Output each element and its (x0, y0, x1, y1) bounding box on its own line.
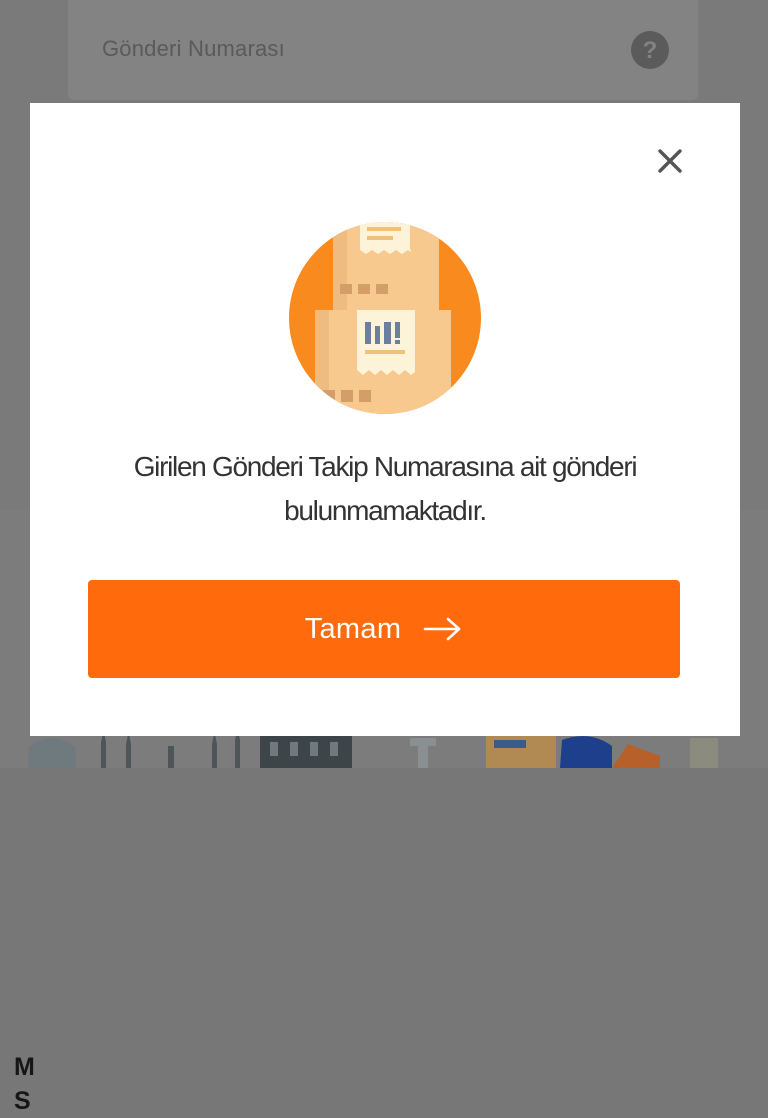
ok-button[interactable]: Tamam (88, 580, 680, 678)
close-icon[interactable] (652, 143, 688, 179)
background-heading: M S (14, 1053, 34, 1115)
tracking-number-input[interactable]: Gönderi Numarası ? (68, 0, 698, 100)
no-shipment-message: Girilen Gönderi Takip Numarasına ait gön… (133, 451, 638, 526)
svg-text:?: ? (643, 37, 658, 64)
package-boxes-icon (289, 222, 481, 414)
ok-button-label: Tamam (304, 612, 402, 645)
no-shipment-dialog: Girilen Gönderi Takip Numarasına ait gön… (30, 103, 740, 736)
question-circle-icon[interactable]: ? (630, 30, 670, 70)
tracking-number-placeholder: Gönderi Numarası (102, 36, 285, 61)
arrow-right-icon (423, 617, 461, 641)
